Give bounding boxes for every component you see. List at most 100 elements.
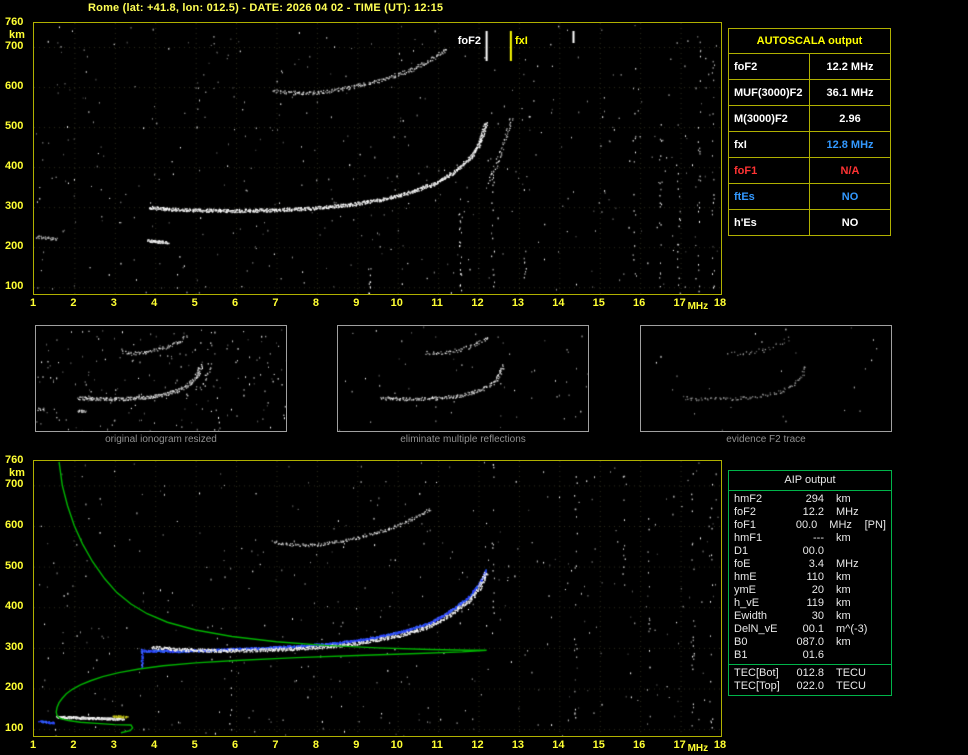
aip-row: B0 087.0 km	[729, 636, 891, 649]
autoscala-output-table: AUTOSCALA output foF2 12.2 MHz MUF(3000)F2…	[728, 28, 891, 236]
fxi-marker-label: fxI	[515, 35, 528, 47]
aip-value: 294	[805, 493, 824, 505]
aip-name: TEC[Top]	[734, 680, 780, 692]
x-axis-label: 14	[552, 739, 565, 751]
aip-extra	[872, 584, 874, 597]
autoscala-row: h'Es NO	[728, 209, 891, 236]
y-axis-unit: km	[9, 29, 25, 41]
autoscala-row: MUF(3000)F2 36.1 MHz	[728, 79, 891, 106]
fof2-marker-label: foF2	[457, 35, 481, 47]
x-axis-label: 6	[231, 739, 239, 751]
y-axis-label: 700	[5, 478, 24, 491]
y-axis-label: 100	[5, 280, 24, 293]
y-axis-label: 500	[5, 120, 24, 133]
aip-row: DelN_vE 00.1 m^(-3)	[729, 623, 891, 636]
autoscala-row: foF2 12.2 MHz	[728, 53, 891, 80]
autoscala-row: ftEs NO	[728, 183, 891, 210]
x-axis-label: 13	[511, 739, 525, 751]
x-axis-label: 5	[191, 297, 198, 309]
x-axis-label: 15	[592, 297, 605, 309]
aip-extra	[872, 649, 874, 662]
x-axis-label: 10	[390, 297, 403, 309]
aip-row: hmF1 --- km	[729, 532, 891, 545]
x-axis-label: 14	[552, 297, 565, 309]
x-axis-label: 1	[29, 297, 37, 309]
x-axis-label: 12	[471, 739, 484, 751]
aip-name: B0	[734, 636, 748, 648]
aip-unit: km	[836, 636, 851, 648]
aip-value: 110	[806, 571, 824, 583]
panel-caption-original: original ionogram resized	[105, 434, 217, 445]
aip-row: foF2 12.2 MHz	[729, 506, 891, 519]
x-axis-label: 9	[353, 297, 360, 309]
aip-extra	[872, 545, 874, 558]
aip-name: hmF2	[734, 493, 763, 505]
aip-row: foE 3.4 MHz	[729, 558, 891, 571]
aip-value: 12.2	[802, 506, 824, 518]
autoscala-param-value: 2.96	[809, 105, 891, 132]
aip-unit	[824, 545, 872, 558]
aip-row: ymE 20 km	[729, 584, 891, 597]
aip-unit: km	[836, 610, 851, 622]
autoscala-param-value: NO	[809, 183, 891, 210]
aip-unit: km	[836, 532, 851, 544]
aip-extra	[872, 667, 874, 680]
aip-name: B1	[734, 649, 748, 661]
x-axis-label: 17	[673, 297, 686, 309]
aip-extra: [PN]	[864, 519, 886, 531]
aip-unit: km	[836, 571, 851, 583]
aip-name: h_vE	[734, 597, 760, 609]
aip-name: foE	[734, 558, 751, 570]
panel-original-ionogram	[35, 325, 287, 432]
x-axis-label: 12	[471, 297, 484, 309]
autoscala-param-value: NO	[809, 209, 891, 236]
aip-name: hmE	[734, 571, 757, 583]
aip-extra	[872, 636, 874, 649]
aip-rows: hmF2 294 km foF2 12.2 MHz foF1 00.0 MHz [PN] hmF1 -…	[729, 491, 891, 664]
autoscala-param-label: fxI	[728, 131, 810, 158]
aip-table-title: AIP output	[729, 471, 891, 491]
aip-extra	[872, 493, 874, 506]
x-axis-label: 17	[673, 739, 686, 751]
aip-value: 012.8	[796, 667, 824, 679]
x-axis-label: 7	[272, 739, 279, 751]
y-axis-unit: km	[9, 467, 25, 479]
y-axis-label: 760	[5, 16, 24, 28]
panel-eliminate-canvas	[338, 326, 588, 431]
x-axis-label: 1	[29, 739, 37, 751]
autoscala-param-label: ftEs	[728, 183, 810, 210]
aip-extra	[872, 597, 874, 610]
x-axis-label: 15	[592, 739, 605, 751]
profile-ionogram-plot	[33, 460, 722, 737]
main-ionogram-plot: foF2 fxI	[33, 22, 722, 295]
x-axis-label: 6	[231, 297, 239, 309]
x-axis-label: 4	[151, 739, 158, 751]
panel-original-canvas	[36, 326, 286, 431]
autoscala-param-value: 36.1 MHz	[809, 79, 891, 106]
aip-value: 119	[806, 597, 824, 609]
aip-name: foF2	[734, 506, 757, 518]
y-axis-label: 760	[5, 454, 24, 466]
aip-extra	[872, 571, 874, 584]
aip-value: 3.4	[808, 558, 824, 570]
aip-extra	[872, 558, 874, 571]
autoscala-param-label: foF2	[728, 53, 810, 80]
y-axis-label: 400	[5, 160, 24, 173]
y-axis-label: 300	[5, 640, 24, 653]
x-axis-unit: MHz	[687, 301, 709, 312]
autoscala-param-value: N/A	[809, 157, 891, 184]
aip-row: h_vE 119 km	[729, 597, 891, 610]
aip-name: D1	[734, 545, 749, 557]
station-date-title: Rome (lat: +41.8, lon: 012.5) - DATE: 20…	[88, 2, 444, 14]
aip-value: 087.0	[796, 636, 824, 648]
aip-extra	[872, 680, 874, 693]
aip-row: Ewidth 30 km	[729, 610, 891, 623]
x-axis-label: 8	[312, 739, 319, 751]
aip-unit: km	[836, 584, 851, 596]
x-axis-label: 11	[431, 297, 443, 309]
aip-name: ymE	[734, 584, 756, 596]
aip-extra	[872, 506, 874, 519]
aip-unit: km	[836, 597, 851, 609]
aip-unit: km	[836, 493, 851, 505]
aip-row: hmE 110 km	[729, 571, 891, 584]
